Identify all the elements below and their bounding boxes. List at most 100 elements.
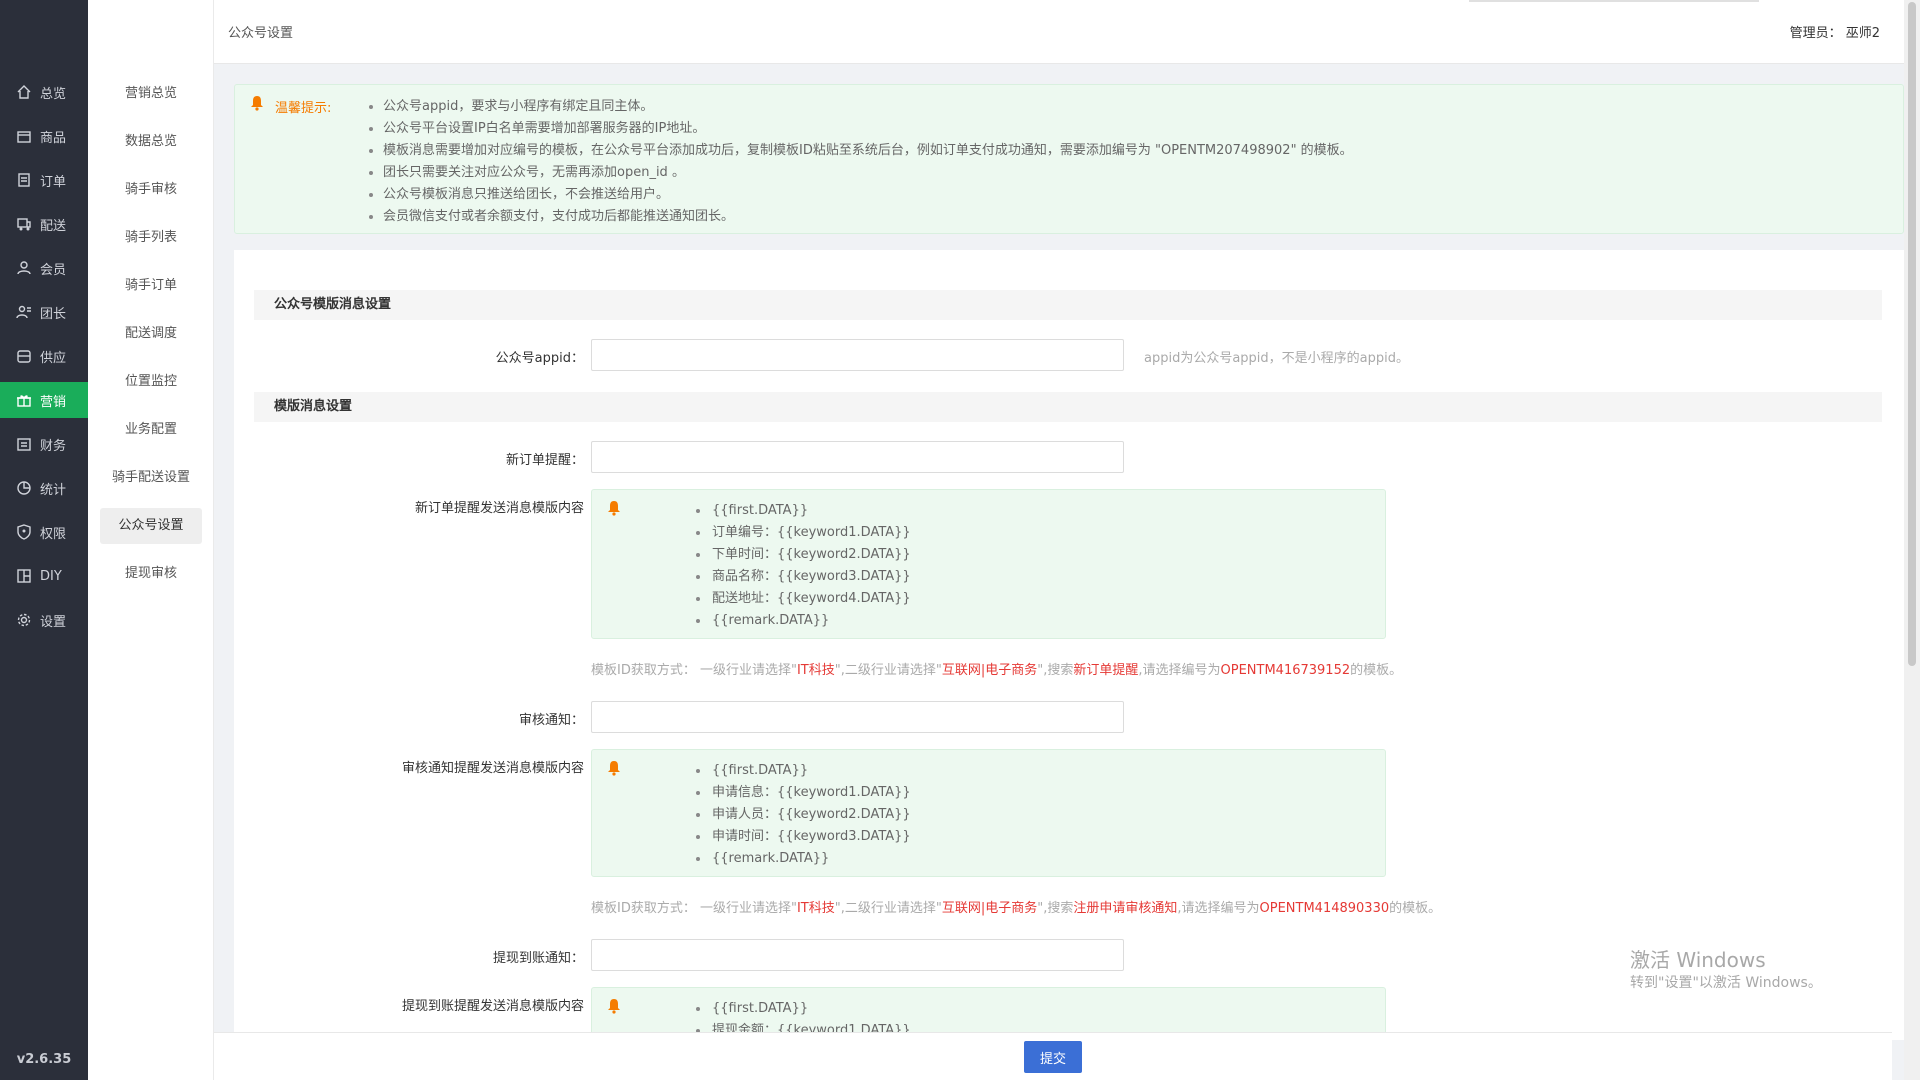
nav-orders[interactable]: 订单 [0,162,88,198]
new-order-label: 新订单提醒： [505,453,584,468]
audit-label: 审核通知： [518,713,584,728]
nav-label: 供应 [40,350,67,366]
subnav-rider-orders[interactable]: 骑手订单 [100,268,202,304]
template-fields: {{first.DATA}} 申请信息：{{keyword1.DATA}} 申请… [692,760,911,870]
nav-permissions[interactable]: 权限 [0,514,88,550]
subnav-official-account-settings[interactable]: 公众号设置 [100,508,202,544]
activation-watermark-title: 激活 Windows [1630,948,1766,972]
subnav-marketing-overview[interactable]: 营销总览 [100,76,202,112]
nav-label: 设置 [40,614,67,630]
appid-hint: appid为公众号appid，不是小程序的appid。 [1144,351,1410,366]
submit-button[interactable]: 提交 [1024,1041,1082,1073]
subnav-rider-audit[interactable]: 骑手审核 [100,172,202,208]
primary-sidebar: 总览 商品 订单 配送 会员 团长 供应 营销 财务 统计 权限 DIY 设置 … [0,0,88,1080]
list-item: 会员微信支付或者余额支付，支付成功后都能推送通知团长。 [365,206,1353,228]
gear-icon [17,613,31,627]
shield-icon [17,524,31,540]
nav-goods[interactable]: 商品 [0,118,88,154]
new-order-guide: 模板ID获取方式： 一级行业请选择"IT科技",二级行业请选择"互联网|电子商务… [591,659,1402,678]
nav-overview[interactable]: 总览 [0,74,88,110]
subnav-business-config[interactable]: 业务配置 [100,412,202,448]
new-order-template-label: 新订单提醒发送消息模版内容 [414,501,584,516]
guide-highlight: OPENTM416739152 [1220,663,1351,678]
nav-members[interactable]: 会员 [0,250,88,286]
supply-icon [17,350,31,363]
guide-highlight: IT科技 [796,901,835,916]
audit-template-label: 审核通知提醒发送消息模版内容 [401,761,584,776]
secondary-sidebar: 营销总览 数据总览 骑手审核 骑手列表 骑手订单 配送调度 位置监控 业务配置 … [88,0,214,1080]
wallet-icon [17,438,31,451]
subnav-rider-delivery-settings[interactable]: 骑手配送设置 [100,460,202,496]
withdraw-template-label: 提现到账提醒发送消息模版内容 [401,999,584,1014]
nav-label: 财务 [40,438,67,454]
nav-label: 营销 [40,394,67,410]
list-item: 订单编号：{{keyword1.DATA}} [692,522,911,544]
top-indicator [1469,0,1759,2]
nav-marketing[interactable]: 营销 [0,382,88,418]
tips-title: 温馨提示: [275,101,332,116]
nav-label: 配送 [40,218,67,234]
guide-highlight: 互联网|电子商务 [941,901,1038,916]
nav-label: 商品 [40,130,67,146]
box-icon [17,131,31,143]
activation-watermark-text: 转到"设置"以激活 Windows。 [1630,975,1822,991]
admin-label[interactable]: 管理员： 巫师2 [1790,22,1880,41]
nav-delivery[interactable]: 配送 [0,206,88,242]
new-order-template-box: {{first.DATA}} 订单编号：{{keyword1.DATA}} 下单… [591,489,1386,639]
nav-statistics[interactable]: 统计 [0,470,88,506]
bell-icon [608,761,620,776]
nav-supply[interactable]: 供应 [0,338,88,374]
guide-text: ",二级行业请选择" [834,663,942,678]
list-item: 商品名称：{{keyword3.DATA}} [692,566,911,588]
user-icon [17,261,31,275]
nav-label: 统计 [40,482,67,498]
bell-icon [608,999,620,1014]
guide-highlight: OPENTM414890330 [1259,901,1390,916]
nav-label: 团长 [40,306,67,322]
list-item: 申请人员：{{keyword2.DATA}} [692,804,911,826]
settings-form: 公众号模版消息设置 公众号appid： appid为公众号appid，不是小程序… [234,250,1904,1040]
nav-diy[interactable]: DIY [0,558,88,594]
list-item: {{remark.DATA}} [692,848,911,870]
subnav-withdraw-audit[interactable]: 提现审核 [100,556,202,592]
guide-text: 的模板。 [1350,663,1403,678]
list-item: 团长只需要关注对应公众号，无需再添加open_id 。 [365,162,1353,184]
gift-icon [17,395,31,407]
guide-text: ",搜索 [1037,901,1074,916]
section-title-template-settings: 模版消息设置 [254,392,1882,422]
audit-template-box: {{first.DATA}} 申请信息：{{keyword1.DATA}} 申请… [591,749,1386,877]
guide-highlight: 互联网|电子商务 [941,663,1038,678]
nav-settings[interactable]: 设置 [0,602,88,638]
nav-label: 会员 [40,262,67,278]
subnav-rider-list[interactable]: 骑手列表 [100,220,202,256]
audit-template-input[interactable] [591,701,1124,733]
page-title: 公众号设置 [228,26,294,41]
list-item: 申请时间：{{keyword3.DATA}} [692,826,911,848]
list-item: 公众号appid，要求与小程序有绑定且同主体。 [365,96,1353,118]
list-item: 模板消息需要增加对应编号的模板，在公众号平台添加成功后，复制模板ID粘贴至系统后… [365,140,1353,162]
receipt-icon [18,173,30,187]
guide-text: ,请选择编号为 [1177,901,1260,916]
scrollbar-thumb[interactable] [1908,2,1916,666]
appid-input[interactable] [591,339,1124,371]
page-scrollbar[interactable] [1904,0,1920,1080]
new-order-template-input[interactable] [591,441,1124,473]
nav-label: 订单 [40,174,67,190]
list-item: 下单时间：{{keyword2.DATA}} [692,544,911,566]
nav-finance[interactable]: 财务 [0,426,88,462]
subnav-data-overview[interactable]: 数据总览 [100,124,202,160]
list-item: {{first.DATA}} [692,760,911,782]
guide-highlight: 新订单提醒 [1073,663,1139,678]
subnav-dispatch[interactable]: 配送调度 [100,316,202,352]
template-fields: {{first.DATA}} 订单编号：{{keyword1.DATA}} 下单… [692,500,911,632]
appid-label: 公众号appid： [495,351,584,366]
list-item: {{first.DATA}} [692,500,911,522]
page-header: 公众号设置 管理员： 巫师2 [214,0,1904,64]
nav-leaders[interactable]: 团长 [0,294,88,330]
home-icon [17,85,31,99]
withdraw-template-input[interactable] [591,939,1124,971]
group-icon [16,305,31,319]
subnav-location-monitor[interactable]: 位置监控 [100,364,202,400]
list-item: 配送地址：{{keyword4.DATA}} [692,588,911,610]
list-item: 申请信息：{{keyword1.DATA}} [692,782,911,804]
